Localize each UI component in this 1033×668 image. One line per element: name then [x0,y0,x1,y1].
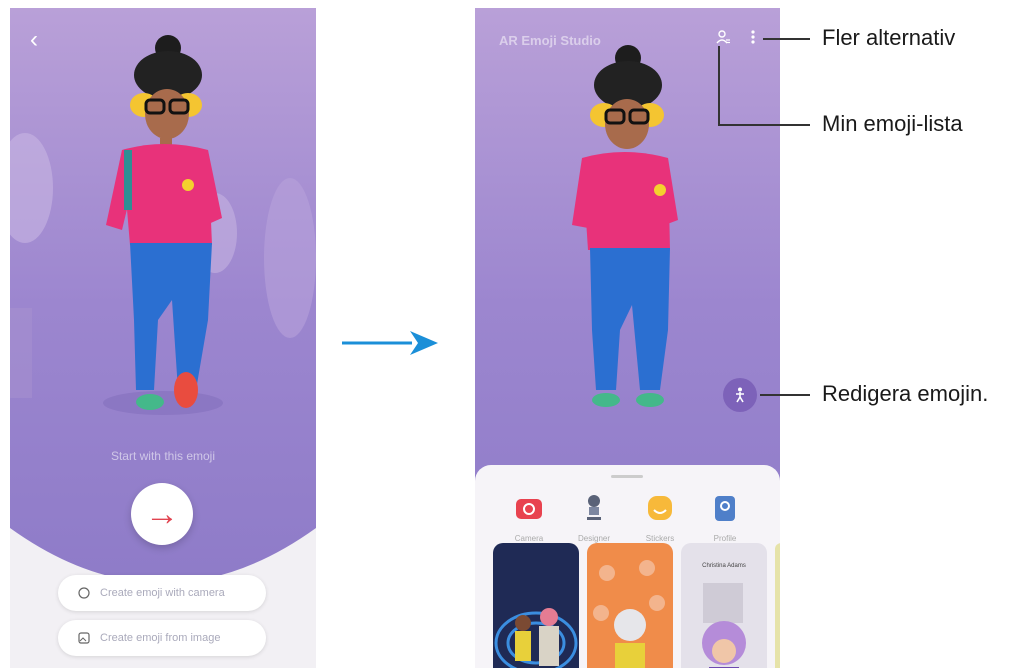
callout-more-options: Fler alternativ [822,25,956,50]
camera-label: Camera [514,534,544,543]
bottom-sheet: Camera Designer Stickers Profile Christi… [475,465,780,668]
callout-edit-emoji: Redigera emojin. [822,381,989,406]
callout-line-edit [760,394,810,396]
back-button[interactable]: ‹ [30,28,38,52]
avatar-figure [572,45,678,407]
create-from-image-button[interactable]: Create emoji from image [58,620,266,656]
emoji-card-4[interactable] [775,543,780,668]
edit-emoji-button[interactable] [723,378,757,412]
emoji-card-3[interactable]: Christina Adams [681,543,767,668]
transition-arrow [342,331,438,355]
callout-vline-my-list [718,46,720,126]
card-2-art [593,560,665,668]
card-1-art [494,608,578,668]
sheet-handle[interactable] [611,475,643,478]
designer-action[interactable]: Designer [566,493,622,543]
create-with-camera-label: Create emoji with camera [100,587,225,599]
sticker-icon [648,496,672,520]
person-list-icon[interactable] [715,29,731,45]
stickers-action[interactable]: Stickers [632,493,688,543]
profile-action[interactable]: Profile [697,493,753,543]
more-vertical-icon[interactable] [750,29,756,45]
image-icon [78,632,90,644]
next-arrow-button[interactable]: → [131,483,193,545]
emoji-studio-screen: AR Emoji Studio Camera Designer Stickers… [475,8,780,668]
callout-line-more-options [763,38,810,40]
profile-label: Profile [713,534,737,543]
card-3-art [702,583,746,668]
avatar-figure [106,35,222,410]
emoji-card-1[interactable] [493,543,579,668]
camera-icon [516,499,542,519]
hint-text: Start with this emoji [110,449,216,463]
emoji-start-screen: ‹ Start with this emoji → Create emoji w… [10,8,316,668]
emoji-card-2[interactable] [587,543,673,668]
face-icon [78,587,90,599]
callout-my-emoji-list: Min emoji-lista [822,111,963,136]
camera-action[interactable]: Camera [501,493,557,543]
stickers-label: Stickers [645,534,675,543]
figure-icon [736,387,744,403]
card-3-name: Christina Adams [702,563,746,569]
designer-icon [587,495,601,520]
callout-line-my-list [718,124,810,126]
profile-icon [715,496,735,521]
create-with-camera-button[interactable]: Create emoji with camera [58,575,266,611]
arrow-right-icon: → [145,494,179,533]
designer-label: Designer [577,534,610,543]
create-from-image-label: Create emoji from image [100,632,221,644]
